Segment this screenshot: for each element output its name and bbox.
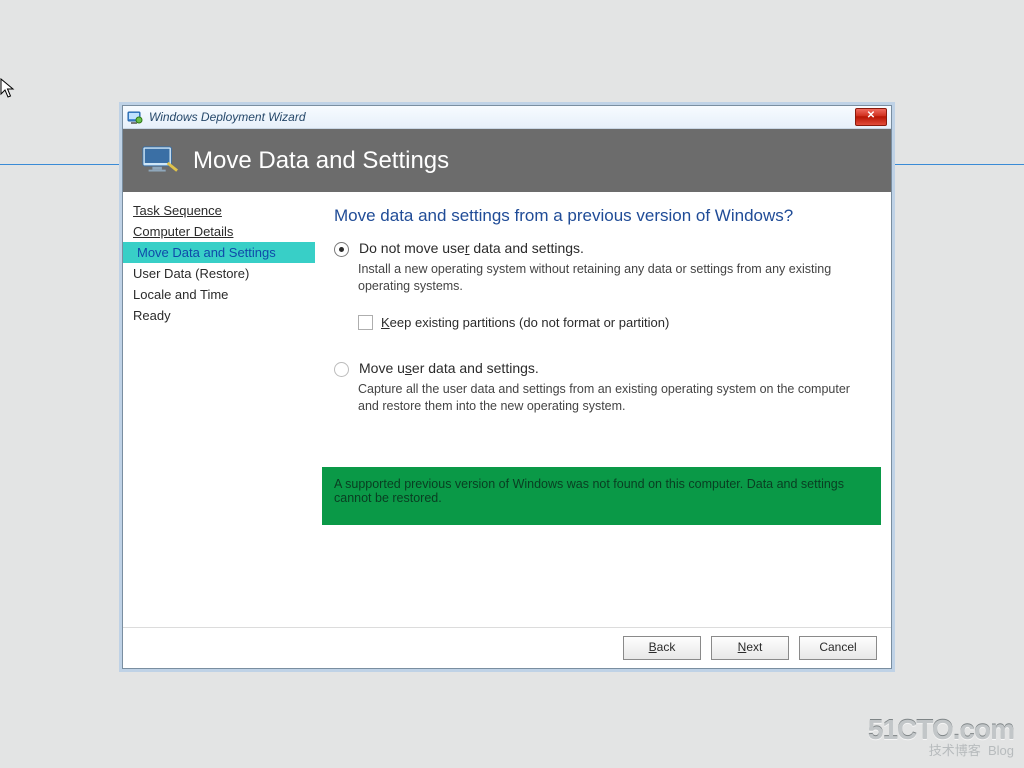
- radio-selected-icon: [334, 242, 349, 257]
- keep-partitions-checkbox[interactable]: Keep existing partitions (do not format …: [358, 315, 871, 330]
- banner-title: Move Data and Settings: [193, 147, 449, 175]
- sidebar-step-move-data: Move Data and Settings: [123, 242, 315, 263]
- sidebar-step-user-data-restore: User Data (Restore): [123, 263, 315, 284]
- content-heading: Move data and settings from a previous v…: [334, 206, 871, 226]
- option-do-not-move-label: Do not move user data and settings.: [359, 240, 584, 256]
- wizard-window: Windows Deployment Wizard ✕ Move Data an…: [122, 105, 892, 669]
- window-title: Windows Deployment Wizard: [149, 110, 306, 124]
- keep-partitions-label: Keep existing partitions (do not format …: [381, 315, 669, 330]
- watermark: 51CTO.com 技术博客 Blog: [868, 715, 1014, 758]
- option-do-not-move[interactable]: Do not move user data and settings.: [334, 240, 871, 257]
- watermark-logo: 51CTO.com: [868, 715, 1014, 744]
- titlebar: Windows Deployment Wizard ✕: [123, 106, 891, 129]
- radio-unselected-icon: [334, 362, 349, 377]
- sidebar-step-task-sequence[interactable]: Task Sequence: [123, 200, 315, 221]
- info-message: A supported previous version of Windows …: [322, 467, 881, 525]
- monitor-icon: [141, 144, 179, 178]
- close-button[interactable]: ✕: [855, 108, 887, 126]
- back-button[interactable]: Back: [623, 636, 701, 660]
- footer: Back Next Cancel: [123, 627, 891, 668]
- banner: Move Data and Settings: [123, 129, 891, 192]
- content-pane: Move data and settings from a previous v…: [316, 192, 891, 627]
- app-icon: [127, 109, 143, 125]
- cancel-button[interactable]: Cancel: [799, 636, 877, 660]
- next-button[interactable]: Next: [711, 636, 789, 660]
- mouse-cursor-icon: [0, 78, 18, 100]
- sidebar-step-locale: Locale and Time: [123, 284, 315, 305]
- option-move-user-data-label: Move user data and settings.: [359, 360, 539, 376]
- option-move-user-data-desc: Capture all the user data and settings f…: [358, 381, 868, 415]
- option-move-user-data: Move user data and settings.: [334, 360, 871, 377]
- option-do-not-move-desc: Install a new operating system without r…: [358, 261, 868, 295]
- sidebar: Task Sequence Computer Details Move Data…: [123, 192, 316, 627]
- checkbox-icon: [358, 315, 373, 330]
- sidebar-step-computer-details[interactable]: Computer Details: [123, 221, 315, 242]
- watermark-sub: 技术博客 Blog: [868, 744, 1014, 758]
- sidebar-step-ready: Ready: [123, 305, 315, 326]
